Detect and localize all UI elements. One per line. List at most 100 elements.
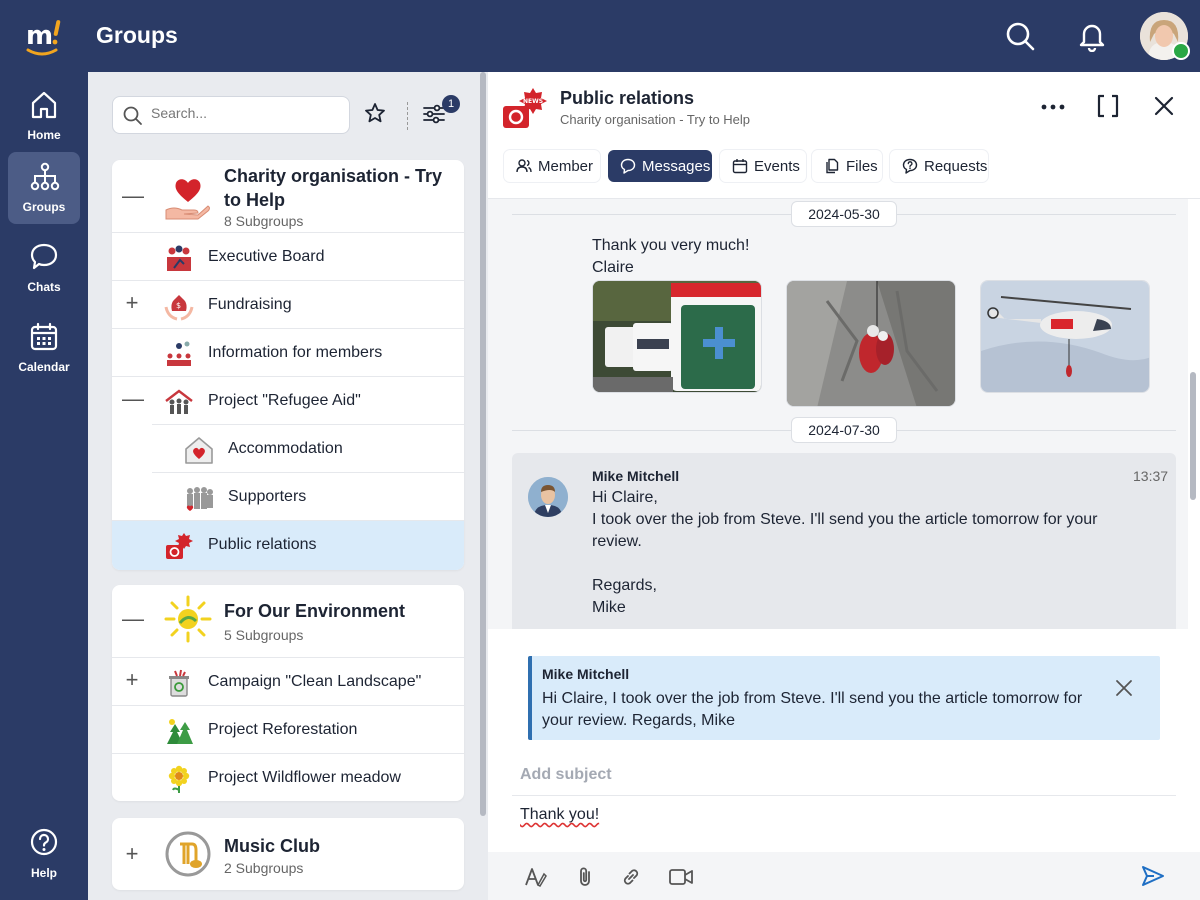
- close-icon[interactable]: [1152, 94, 1176, 118]
- group-name: Music Club: [224, 836, 321, 856]
- home-icon: [31, 91, 57, 119]
- star-icon[interactable]: [364, 102, 386, 124]
- message-card[interactable]: Mike Mitchell 13:37 Hi Claire, I took ov…: [512, 453, 1176, 629]
- message-text: Thank you very much!: [592, 237, 750, 254]
- main-navigation: Home Groups Chats Calendar Help: [0, 72, 88, 900]
- subgroup-row-nested[interactable]: Accommodation: [152, 424, 464, 472]
- tab-files[interactable]: Files: [812, 150, 882, 182]
- video-call-icon[interactable]: [668, 866, 694, 888]
- moneybag-hands-icon: $: [164, 295, 194, 321]
- nav-label-groups: Groups: [22, 200, 66, 214]
- news-badge-text: NEWS: [523, 98, 543, 105]
- message-body-input[interactable]: Thank you!: [520, 806, 599, 824]
- ambulance-photo: [593, 281, 761, 392]
- search-icon[interactable]: [1004, 20, 1036, 52]
- subject-input[interactable]: [520, 766, 1160, 784]
- nav-item-home[interactable]: Home: [8, 80, 80, 152]
- subgroup-label: Information for members: [208, 344, 383, 361]
- group-card-music: + Music Club 2 Subgroups: [112, 818, 464, 890]
- subgroup-row[interactable]: Information for members: [112, 328, 464, 376]
- date-label: 2024-07-30: [791, 417, 897, 443]
- search-icon: [123, 106, 142, 125]
- message-text: review.: [592, 533, 642, 550]
- send-icon[interactable]: [1140, 864, 1166, 888]
- group-header-environment[interactable]: — For Our Environment 5 Subgroups: [112, 585, 464, 659]
- message-text: Hi Claire,: [592, 489, 658, 506]
- tab-label: Events: [754, 157, 800, 175]
- group-search[interactable]: [112, 96, 350, 134]
- recycle-bin-icon: [169, 669, 189, 697]
- group-panel-scrollbar[interactable]: [480, 72, 486, 816]
- files-icon: [826, 158, 839, 174]
- subgroup-label: Executive Board: [208, 248, 325, 265]
- trumpet-icon: [165, 831, 211, 877]
- tab-requests[interactable]: Requests: [890, 150, 988, 182]
- news-camera-icon: NEWS: [503, 88, 547, 128]
- nav-item-chats[interactable]: Chats: [8, 232, 80, 304]
- subgroup-label: Public relations: [208, 536, 317, 553]
- calendar-icon: [732, 159, 748, 174]
- subgroup-row[interactable]: Project Wildflower meadow: [112, 753, 464, 801]
- speech-bubble-icon: [620, 158, 636, 174]
- subgroup-row[interactable]: — Project "Refugee Aid": [112, 376, 464, 424]
- calendar-icon: [30, 322, 58, 351]
- compose-toolbar: [488, 852, 1200, 900]
- subgroup-row[interactable]: Project Reforestation: [112, 705, 464, 753]
- search-input[interactable]: [151, 105, 341, 121]
- sender-photo: [528, 477, 568, 517]
- subgroup-row[interactable]: + $ Fundraising: [112, 280, 464, 328]
- nav-label-help: Help: [30, 866, 57, 880]
- tab-events[interactable]: Events: [720, 150, 806, 182]
- message-text: I took over the job from Steve. I'll sen…: [592, 511, 1098, 528]
- text-format-icon[interactable]: [524, 866, 548, 888]
- group-header-charity[interactable]: — Charity organisation - Try to Help 8 S…: [112, 160, 464, 234]
- subgroup-label: Project Reforestation: [208, 721, 358, 738]
- expand-toggle[interactable]: +: [122, 292, 142, 314]
- tab-messages[interactable]: Messages: [608, 150, 712, 182]
- nav-item-groups[interactable]: Groups: [8, 152, 80, 224]
- expand-toggle[interactable]: +: [122, 843, 142, 865]
- nav-item-help[interactable]: Help: [8, 818, 80, 890]
- image-attachment-helicopter[interactable]: [980, 280, 1150, 393]
- subgroup-count: 2 Subgroups: [224, 860, 304, 876]
- tab-member[interactable]: Member: [504, 150, 600, 182]
- attachment-icon[interactable]: [574, 866, 596, 888]
- subgroup-label: Project "Refugee Aid": [208, 392, 361, 409]
- app-logo-icon[interactable]: m: [22, 14, 68, 60]
- close-quote-icon[interactable]: [1114, 678, 1134, 698]
- collapse-toggle[interactable]: —: [122, 388, 144, 410]
- image-attachment-rescue-climb[interactable]: [786, 280, 956, 407]
- tab-label: Files: [846, 157, 878, 175]
- news-camera-icon: [166, 533, 193, 559]
- detail-subtitle: Charity organisation - Try to Help: [560, 112, 751, 127]
- subgroup-label: Accommodation: [228, 440, 343, 457]
- tab-label: Member: [538, 157, 594, 175]
- collapse-toggle[interactable]: —: [122, 608, 144, 630]
- subgroup-row-selected[interactable]: Public relations: [112, 520, 464, 570]
- nav-item-calendar[interactable]: Calendar: [8, 312, 80, 384]
- link-icon[interactable]: [620, 866, 642, 888]
- bell-icon[interactable]: [1076, 20, 1108, 52]
- reply-quote: Mike Mitchell Hi Claire, I took over the…: [528, 656, 1160, 740]
- collapse-toggle[interactable]: —: [122, 185, 144, 207]
- helicopter-photo: [981, 281, 1149, 392]
- subgroup-label: Project Wildflower meadow: [208, 769, 401, 786]
- message-scrollbar[interactable]: [1190, 372, 1196, 500]
- expand-toggle[interactable]: +: [122, 669, 142, 691]
- fullscreen-icon[interactable]: [1096, 94, 1120, 118]
- subgroup-count: 8 Subgroups: [224, 213, 304, 229]
- group-name: Charity organisation - Try to Help: [224, 166, 443, 210]
- detail-title: Public relations: [560, 88, 695, 108]
- quote-text: Hi Claire, I took over the job from Stev…: [542, 690, 1083, 729]
- subgroup-row[interactable]: + Campaign "Clean Landscape": [112, 657, 464, 705]
- compose-divider: [512, 795, 1176, 796]
- subgroup-row[interactable]: Executive Board: [112, 232, 464, 280]
- subgroup-row-nested[interactable]: Supporters: [152, 472, 464, 520]
- tab-label: Messages: [642, 157, 711, 175]
- group-header-music[interactable]: + Music Club 2 Subgroups: [112, 818, 464, 890]
- nav-label-chats: Chats: [27, 280, 61, 294]
- quote-sender: Mike Mitchell: [542, 666, 630, 682]
- more-options-icon[interactable]: [1040, 94, 1066, 120]
- board-members-icon: [167, 245, 191, 271]
- image-attachment-ambulances[interactable]: [592, 280, 762, 393]
